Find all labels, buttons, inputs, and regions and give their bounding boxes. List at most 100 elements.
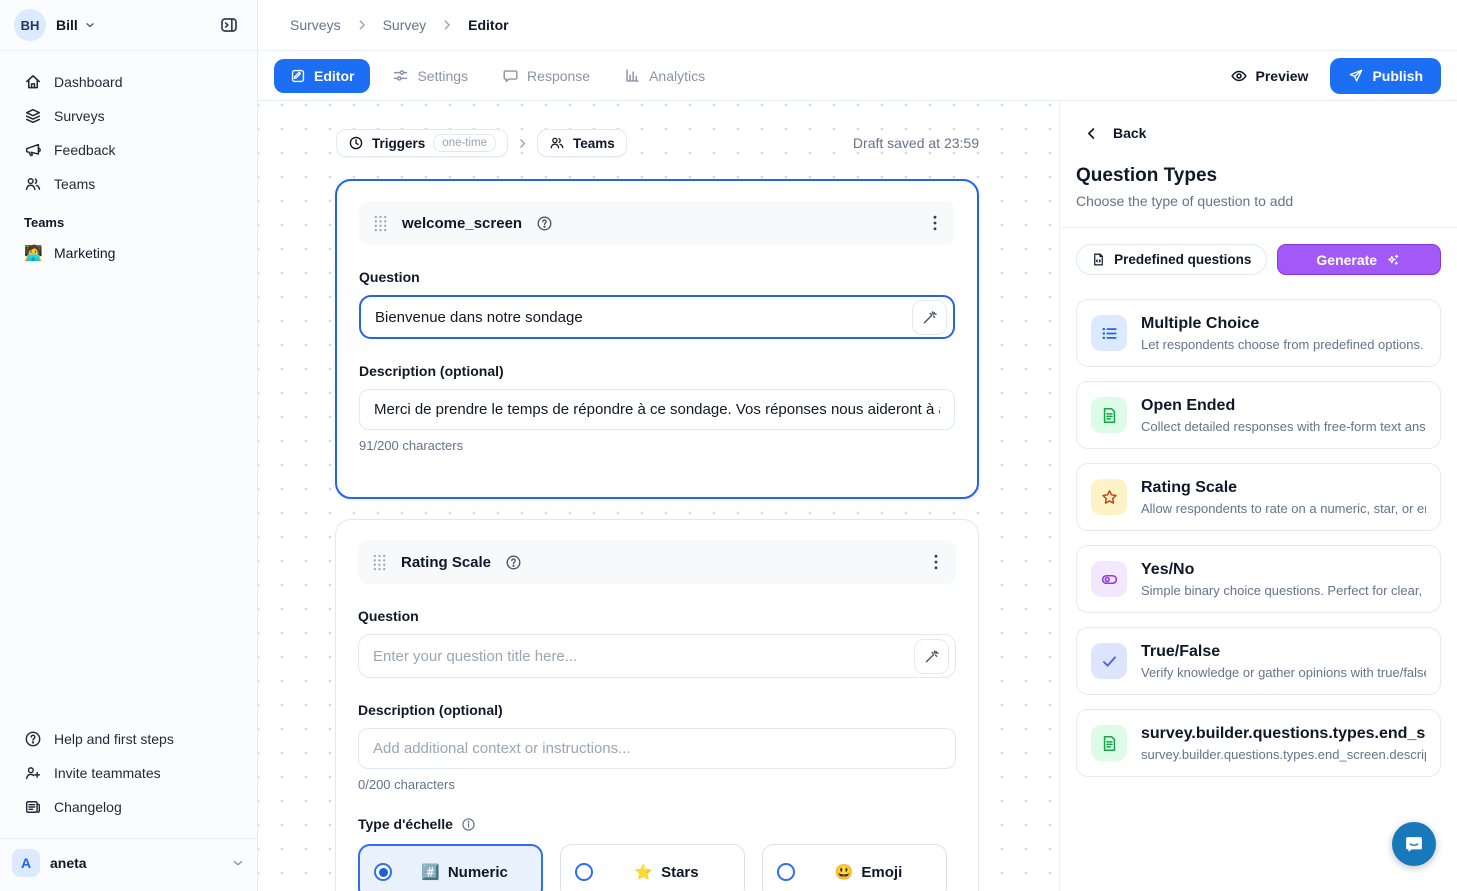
description-input[interactable] [358, 728, 956, 769]
kebab-menu-icon [933, 215, 937, 231]
tab-analytics[interactable]: Analytics [612, 59, 717, 93]
type-description: Collect detailed responses with free-for… [1141, 419, 1426, 434]
back-label: Back [1113, 125, 1146, 141]
type-description: Allow respondents to rate on a numeric, … [1141, 501, 1426, 516]
sidebar-nav: Dashboard Surveys Feedback Teams Teams 🧑… [0, 51, 257, 270]
tab-editor[interactable]: Editor [274, 59, 370, 93]
radio-selected[interactable] [374, 863, 392, 881]
sidebar-item-surveys[interactable]: Surveys [12, 99, 245, 133]
smiley-emoji-icon: 😃 [835, 863, 854, 881]
scale-option-emoji[interactable]: 😃 Emoji [762, 844, 947, 891]
card-menu-button[interactable] [929, 211, 941, 235]
scale-option-stars[interactable]: ⭐ Stars [560, 844, 745, 891]
preview-button[interactable]: Preview [1230, 67, 1309, 85]
canvas-top-bar: Triggers one-time Teams Draft saved at 2… [336, 129, 979, 157]
chat-launcher-button[interactable] [1392, 822, 1436, 866]
type-title: True/False [1141, 643, 1426, 661]
star-emoji-icon: ⭐ [634, 863, 653, 881]
help-circle-icon[interactable] [505, 554, 522, 571]
question-type-rating-scale[interactable]: Rating Scale Allow respondents to rate o… [1076, 463, 1441, 531]
card-menu-button[interactable] [930, 550, 942, 574]
pencil-square-icon [290, 68, 306, 84]
tab-response[interactable]: Response [490, 59, 602, 93]
team-emoji-icon: 🧑‍💻 [24, 244, 42, 262]
question-type-open-ended[interactable]: Open Ended Collect detailed responses wi… [1076, 381, 1441, 449]
triggers-chip[interactable]: Triggers one-time [336, 129, 508, 157]
type-title: Open Ended [1141, 397, 1426, 415]
sidebar-item-teams[interactable]: Teams [12, 167, 245, 201]
sidebar-item-marketing[interactable]: 🧑‍💻 Marketing [12, 236, 245, 270]
question-label: Question [358, 608, 956, 624]
question-card-title: Rating Scale [401, 554, 491, 571]
type-description: Let respondents choose from predefined o… [1141, 337, 1426, 352]
document-icon [1091, 725, 1127, 761]
divider [1060, 227, 1457, 228]
back-button[interactable]: Back [1076, 125, 1441, 141]
question-type-multiple-choice[interactable]: Multiple Choice Let respondents choose f… [1076, 299, 1441, 367]
drag-handle-icon[interactable] [372, 553, 387, 572]
predefined-questions-button[interactable]: Predefined questions [1076, 244, 1267, 275]
publish-button[interactable]: Publish [1330, 58, 1441, 94]
avatar: A [12, 849, 40, 877]
panel-title: Question Types [1076, 165, 1441, 187]
sidebar-item-dashboard[interactable]: Dashboard [12, 65, 245, 99]
sidebar-collapse-button[interactable] [215, 11, 243, 39]
help-circle-icon[interactable] [536, 215, 553, 232]
drag-handle-icon[interactable] [373, 214, 388, 233]
file-icon [1091, 252, 1106, 267]
app-window: BH Bill Dashboard Surveys Feedback [0, 0, 1457, 891]
account-menu[interactable]: A aneta [0, 838, 257, 891]
generate-button[interactable]: Generate [1277, 244, 1442, 275]
kebab-menu-icon [934, 554, 938, 570]
sidebar-item-changelog[interactable]: Changelog [12, 790, 245, 824]
ai-improve-button[interactable] [912, 300, 947, 335]
char-count: 0/200 characters [358, 777, 956, 792]
info-icon[interactable] [461, 817, 476, 832]
question-types-panel: Back Question Types Choose the type of q… [1059, 101, 1457, 891]
description-label: Description (optional) [358, 702, 956, 718]
document-icon [1091, 397, 1127, 433]
trigger-frequency-badge: one-time [433, 134, 496, 152]
question-title-input[interactable] [361, 309, 912, 326]
teams-chip[interactable]: Teams [537, 129, 627, 157]
scale-option-numeric[interactable]: #️⃣ Numeric [358, 844, 543, 891]
breadcrumb-surveys[interactable]: Surveys [290, 17, 341, 33]
sidebar-header: BH Bill [0, 0, 257, 51]
sidebar-spacer [0, 270, 257, 712]
question-type-yes-no[interactable]: Yes/No Simple binary choice questions. P… [1076, 545, 1441, 613]
tab-settings[interactable]: Settings [380, 59, 480, 93]
send-icon [1348, 68, 1364, 84]
chevron-right-icon [516, 137, 529, 150]
teams-section-header: Teams [12, 201, 245, 236]
ai-improve-button[interactable] [914, 639, 949, 674]
question-title-input[interactable] [359, 648, 914, 665]
description-input[interactable] [359, 389, 955, 430]
editor-toolbar: Editor Settings Response Analytics Previ… [258, 51, 1457, 101]
question-card-rating-scale[interactable]: Rating Scale Question Description (op [335, 519, 979, 891]
chevron-left-icon [1084, 126, 1099, 141]
question-type-true-false[interactable]: True/False Verify knowledge or gather op… [1076, 627, 1441, 695]
draft-status: Draft saved at 23:59 [853, 135, 979, 151]
avatar: BH [14, 9, 46, 41]
question-type-end-screen[interactable]: survey.builder.questions.types.end_scr..… [1076, 709, 1441, 777]
option-label: Emoji [861, 864, 902, 881]
question-card-welcome-screen[interactable]: welcome_screen Question Description ( [335, 179, 979, 499]
breadcrumb: Surveys Survey Editor [258, 0, 1457, 51]
sidebar-item-feedback[interactable]: Feedback [12, 133, 245, 167]
panel-collapse-icon [219, 15, 239, 35]
generate-label: Generate [1316, 252, 1377, 268]
clock-icon [348, 135, 364, 151]
breadcrumb-survey[interactable]: Survey [383, 17, 427, 33]
option-label: Numeric [448, 864, 508, 881]
radio-unselected[interactable] [575, 863, 593, 881]
workspace-switcher[interactable]: BH Bill [14, 9, 96, 41]
radio-unselected[interactable] [777, 863, 795, 881]
bar-chart-icon [624, 67, 641, 84]
star-icon [1091, 479, 1127, 515]
users-icon [549, 135, 565, 151]
type-title: survey.builder.questions.types.end_scr..… [1141, 725, 1426, 743]
sidebar-item-label: Teams [54, 176, 95, 192]
sidebar-item-help[interactable]: Help and first steps [12, 722, 245, 756]
question-card-title: welcome_screen [402, 215, 522, 232]
sidebar-item-invite[interactable]: Invite teammates [12, 756, 245, 790]
